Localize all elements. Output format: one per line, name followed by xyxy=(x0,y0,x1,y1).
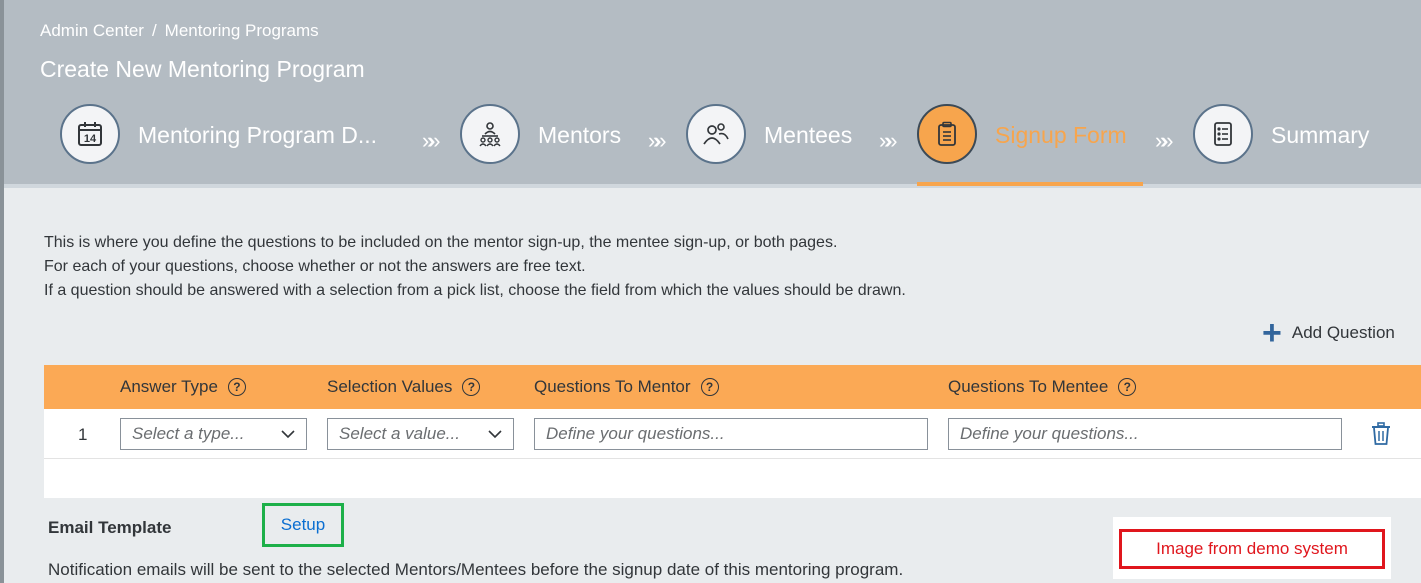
add-question-label: Add Question xyxy=(1291,323,1395,342)
breadcrumb: Admin Center / Mentoring Programs xyxy=(40,21,319,41)
help-icon[interactable]: ? xyxy=(227,378,246,396)
step-separator: »» xyxy=(648,128,667,153)
mentor-question-input[interactable]: Define your questions... xyxy=(534,418,928,450)
column-questions-to-mentee: Questions To Mentee ? xyxy=(948,377,1137,397)
help-icon[interactable]: ? xyxy=(462,378,481,396)
column-label: Selection Values xyxy=(327,377,453,396)
mentee-question-input[interactable]: Define your questions... xyxy=(948,418,1342,450)
step-mentees[interactable]: Mentees xyxy=(686,104,852,188)
breadcrumb-separator: / xyxy=(151,21,157,40)
watermark-container: Image from demo system xyxy=(1113,517,1391,579)
column-answer-type: Answer Type ? xyxy=(120,377,246,397)
selection-values-select[interactable]: Select a value... xyxy=(327,418,514,450)
table-header: Answer Type ? Selection Values ? Questio… xyxy=(44,365,1421,409)
instructions-line-1: This is where you define the questions t… xyxy=(44,234,838,251)
notification-notice: Notification emails will be sent to the … xyxy=(48,560,904,579)
chevron-down-icon xyxy=(281,426,295,442)
breadcrumb-admin-center[interactable]: Admin Center xyxy=(40,21,144,41)
mentor-question-placeholder: Define your questions... xyxy=(546,424,725,443)
help-icon[interactable]: ? xyxy=(700,378,719,396)
group-icon xyxy=(460,104,520,164)
people-icon xyxy=(686,104,746,164)
add-question-button[interactable]: + Add Question xyxy=(1262,314,1395,352)
wizard-steps: 14 Mentoring Program D... »» Mentors »» xyxy=(0,104,1417,188)
column-label: Questions To Mentor xyxy=(534,377,691,396)
instructions-line-2: For each of your questions, choose wheth… xyxy=(44,258,586,275)
clipboard-icon xyxy=(917,104,977,164)
breadcrumb-mentoring-programs[interactable]: Mentoring Programs xyxy=(165,21,319,41)
chevron-down-icon xyxy=(488,426,502,442)
row-number: 1 xyxy=(78,425,88,444)
step-label-mentors: Mentors xyxy=(538,122,622,148)
plus-icon: + xyxy=(1262,314,1282,352)
step-program-details[interactable]: 14 Mentoring Program D... xyxy=(60,104,377,188)
column-label: Questions To Mentee xyxy=(948,377,1109,396)
help-icon[interactable]: ? xyxy=(1118,378,1137,396)
active-step-indicator xyxy=(917,182,1143,186)
table-row: 1 Select a type... Select a value... Def… xyxy=(44,409,1421,459)
column-questions-to-mentor: Questions To Mentor ? xyxy=(534,377,719,397)
step-mentors[interactable]: Mentors xyxy=(460,104,621,188)
page-title: Create New Mentoring Program xyxy=(40,56,365,82)
email-template-label: Email Template xyxy=(48,518,172,537)
answer-type-select[interactable]: Select a type... xyxy=(120,418,307,450)
step-separator: »» xyxy=(422,128,441,153)
instructions: This is where you define the questions t… xyxy=(44,231,906,303)
step-label-summary: Summary xyxy=(1271,122,1370,148)
calendar-day: 14 xyxy=(84,133,97,145)
setup-link[interactable]: Setup xyxy=(262,503,344,547)
step-label-program-details: Mentoring Program D... xyxy=(138,122,378,148)
step-summary[interactable]: Summary xyxy=(1193,104,1369,188)
trash-icon[interactable] xyxy=(1370,422,1392,446)
column-selection-values: Selection Values ? xyxy=(327,377,481,397)
step-separator: »» xyxy=(879,128,898,153)
step-label-mentees: Mentees xyxy=(764,122,853,148)
column-label: Answer Type xyxy=(120,377,218,396)
questions-table: Answer Type ? Selection Values ? Questio… xyxy=(44,365,1421,498)
step-separator: »» xyxy=(1155,128,1174,153)
instructions-line-3: If a question should be answered with a … xyxy=(44,282,906,299)
checklist-icon xyxy=(1193,104,1253,164)
demo-watermark: Image from demo system xyxy=(1119,529,1385,569)
step-label-signup-form: Signup Form xyxy=(995,122,1127,148)
selection-values-placeholder: Select a value... xyxy=(339,424,460,443)
step-signup-form[interactable]: Signup Form xyxy=(917,104,1143,188)
calendar-icon: 14 xyxy=(60,104,120,164)
answer-type-placeholder: Select a type... xyxy=(132,424,245,443)
mentee-question-placeholder: Define your questions... xyxy=(960,424,1139,443)
